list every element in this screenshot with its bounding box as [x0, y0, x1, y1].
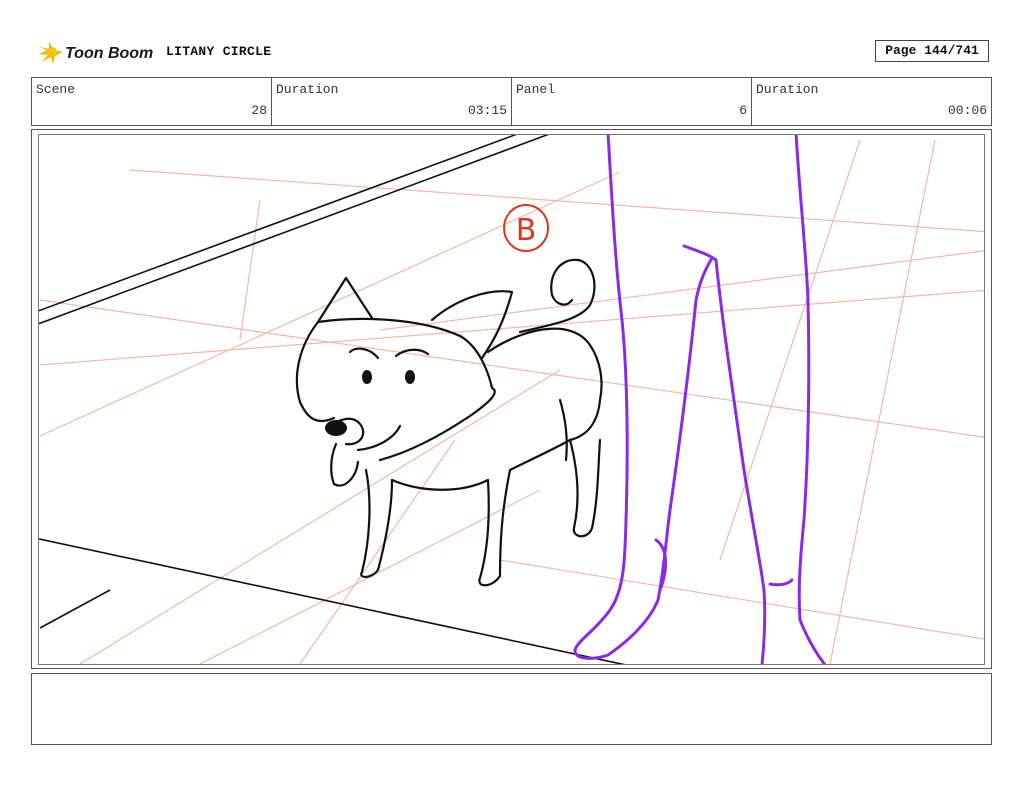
panel-marker-letter: B: [516, 213, 537, 248]
panel-notes-box: [31, 673, 992, 745]
character-legs: [573, 135, 827, 664]
wall-edge-lines: [39, 135, 626, 664]
dog-features: [325, 370, 415, 436]
